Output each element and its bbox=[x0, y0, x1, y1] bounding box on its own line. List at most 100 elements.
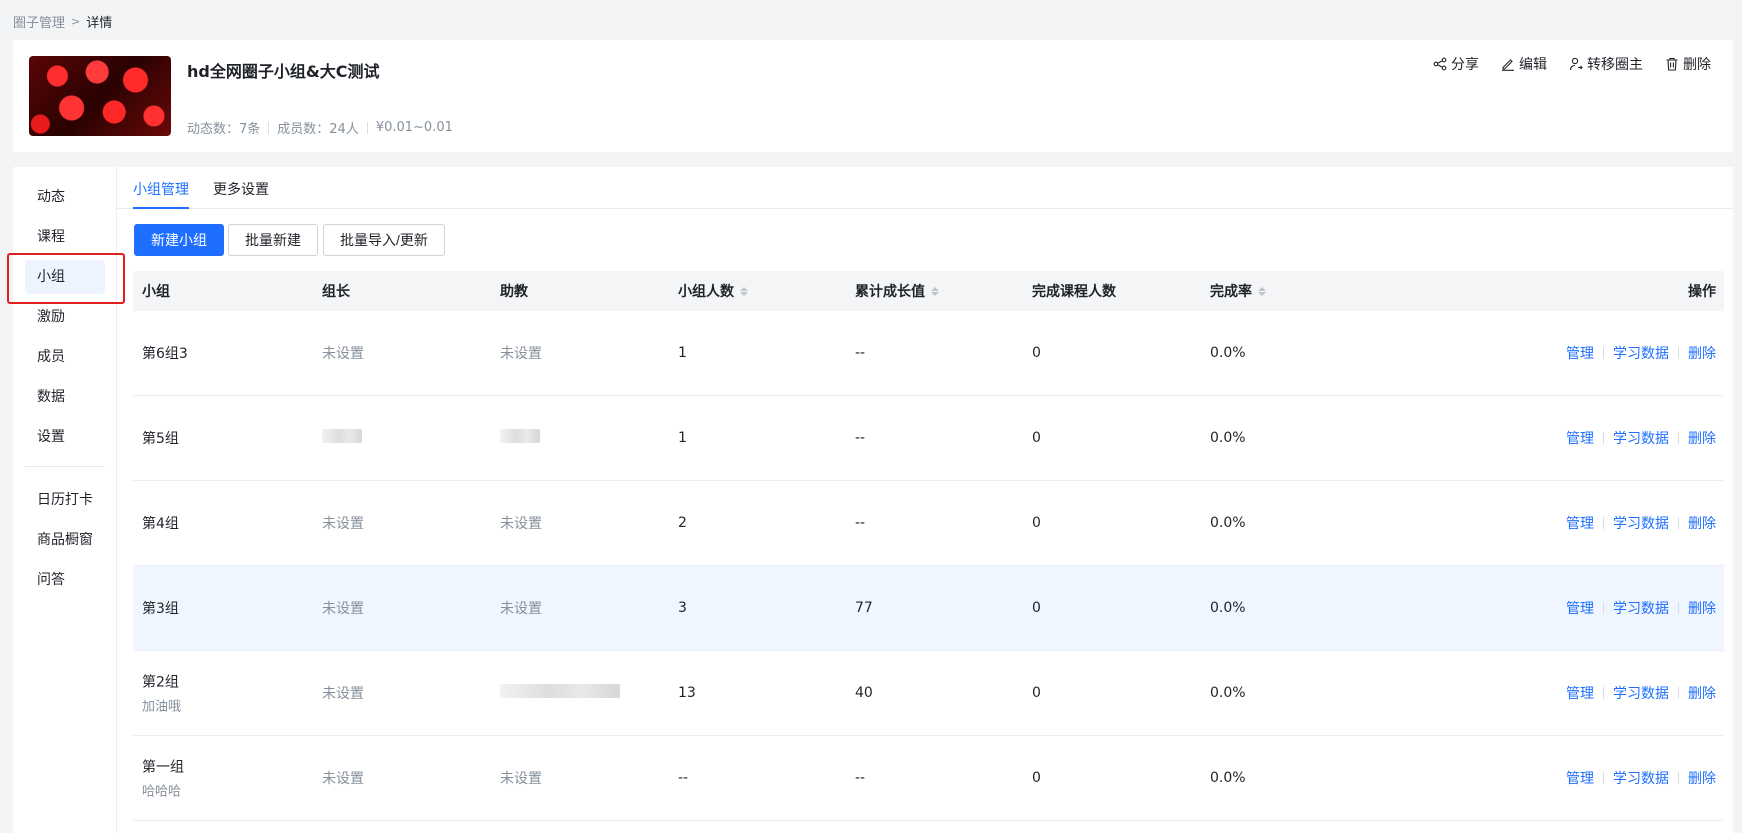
groups-table: 小组 组长 助教 小组人数 累计成长值 完成课程人数 完成率 操作 第6组3 未设… bbox=[133, 271, 1724, 821]
nav-item-qa[interactable]: 问答 bbox=[25, 563, 105, 597]
rate-cell: 0.0% bbox=[1210, 515, 1246, 531]
chevron-right-icon: > bbox=[71, 15, 81, 28]
nav-item-courses[interactable]: 课程 bbox=[25, 220, 105, 254]
delete-circle-button[interactable]: 删除 bbox=[1665, 54, 1711, 74]
group-size-cell: -- bbox=[678, 770, 689, 786]
share-button[interactable]: 分享 bbox=[1433, 54, 1479, 74]
tab-group-management[interactable]: 小组管理 bbox=[133, 179, 189, 209]
growth-cell: 40 bbox=[855, 685, 873, 701]
rate-cell: 0.0% bbox=[1210, 600, 1246, 616]
growth-cell: -- bbox=[855, 430, 866, 446]
nav-divider bbox=[25, 466, 105, 467]
group-name-cell: 第2组 加油哦 bbox=[142, 672, 181, 715]
leader-cell bbox=[322, 429, 362, 447]
manage-link[interactable]: 管理 bbox=[1566, 513, 1594, 533]
study-data-link[interactable]: 学习数据 bbox=[1613, 343, 1669, 363]
col-rate[interactable]: 完成率 bbox=[1210, 281, 1266, 301]
growth-cell: 77 bbox=[855, 600, 873, 616]
rate-cell: 0.0% bbox=[1210, 685, 1246, 701]
breadcrumb: 圈子管理 > 详情 bbox=[13, 12, 112, 31]
delete-group-link[interactable]: 删除 bbox=[1688, 598, 1716, 618]
circle-stats: 动态数：7条 成员数：24人 ¥0.01~0.01 bbox=[187, 118, 453, 137]
nav-item-product-showcase[interactable]: 商品橱窗 bbox=[25, 523, 105, 557]
assistant-cell: 未设置 bbox=[500, 771, 542, 787]
row-actions: 管理 学习数据 删除 bbox=[1566, 343, 1716, 363]
table-row: 第2组 加油哦 未设置 13 40 0 0.0% 管理 学习数据 删除 bbox=[133, 651, 1724, 736]
rate-cell: 0.0% bbox=[1210, 770, 1246, 786]
posts-count: 动态数：7条 bbox=[187, 122, 261, 137]
sort-icon bbox=[1258, 286, 1266, 296]
rate-cell: 0.0% bbox=[1210, 430, 1246, 446]
col-size[interactable]: 小组人数 bbox=[678, 281, 748, 301]
group-name: 第5组 bbox=[142, 431, 179, 447]
group-name: 第2组 bbox=[142, 674, 179, 691]
table-header: 小组 组长 助教 小组人数 累计成长值 完成课程人数 完成率 操作 bbox=[133, 271, 1724, 311]
new-group-button[interactable]: 新建小组 bbox=[134, 224, 224, 256]
delete-group-link[interactable]: 删除 bbox=[1688, 513, 1716, 533]
sort-icon bbox=[931, 286, 939, 296]
delete-group-link[interactable]: 删除 bbox=[1688, 768, 1716, 788]
circle-header: hd全网圈子小组&大C测试 动态数：7条 成员数：24人 ¥0.01~0.01 … bbox=[13, 40, 1733, 152]
group-name-cell: 第一组 哈哈哈 bbox=[142, 757, 184, 800]
row-actions: 管理 学习数据 删除 bbox=[1566, 598, 1716, 618]
study-data-link[interactable]: 学习数据 bbox=[1613, 428, 1669, 448]
manage-link[interactable]: 管理 bbox=[1566, 428, 1594, 448]
nav-item-dynamics[interactable]: 动态 bbox=[25, 180, 105, 214]
leader-cell: 未设置 bbox=[322, 686, 364, 702]
members-count: 成员数：24人 bbox=[277, 122, 359, 137]
col-assistant: 助教 bbox=[500, 284, 528, 300]
redacted-name bbox=[322, 429, 362, 443]
leader-cell: 未设置 bbox=[322, 771, 364, 787]
leader-cell: 未设置 bbox=[322, 346, 364, 362]
assistant-cell: 未设置 bbox=[500, 516, 542, 532]
row-actions: 管理 学习数据 删除 bbox=[1566, 768, 1716, 788]
nav-item-incentives[interactable]: 激励 bbox=[25, 300, 105, 334]
delete-group-link[interactable]: 删除 bbox=[1688, 343, 1716, 363]
breadcrumb-parent[interactable]: 圈子管理 bbox=[13, 12, 65, 31]
group-size-cell: 1 bbox=[678, 430, 687, 446]
redacted-name bbox=[500, 684, 620, 698]
delete-group-link[interactable]: 删除 bbox=[1688, 683, 1716, 703]
group-name: 第一组 bbox=[142, 759, 184, 776]
col-completed: 完成课程人数 bbox=[1032, 284, 1116, 300]
assistant-cell: 未设置 bbox=[500, 601, 542, 617]
nav-item-groups[interactable]: 小组 bbox=[25, 260, 105, 294]
batch-new-button[interactable]: 批量新建 bbox=[228, 224, 318, 256]
nav-item-settings[interactable]: 设置 bbox=[25, 420, 105, 454]
study-data-link[interactable]: 学习数据 bbox=[1613, 513, 1669, 533]
col-growth[interactable]: 累计成长值 bbox=[855, 281, 939, 301]
transfer-owner-button[interactable]: 转移圈主 bbox=[1569, 54, 1643, 74]
assistant-cell: 未设置 bbox=[500, 346, 542, 362]
group-name: 第3组 bbox=[142, 601, 179, 617]
manage-link[interactable]: 管理 bbox=[1566, 598, 1594, 618]
group-name: 第4组 bbox=[142, 516, 179, 532]
manage-link[interactable]: 管理 bbox=[1566, 683, 1594, 703]
col-ops: 操作 bbox=[1688, 284, 1716, 300]
main-panel: 动态 课程 小组 激励 成员 数据 设置 日历打卡 商品橱窗 问答 小组管理 更… bbox=[7, 167, 1733, 833]
row-actions: 管理 学习数据 删除 bbox=[1566, 683, 1716, 703]
leader-cell: 未设置 bbox=[322, 601, 364, 617]
manage-link[interactable]: 管理 bbox=[1566, 343, 1594, 363]
price-range: ¥0.01~0.01 bbox=[375, 120, 453, 135]
group-size-cell: 13 bbox=[678, 685, 696, 701]
nav-item-data[interactable]: 数据 bbox=[25, 380, 105, 414]
assistant-cell bbox=[500, 684, 620, 702]
rate-cell: 0.0% bbox=[1210, 345, 1246, 361]
circle-cover-image bbox=[29, 56, 171, 136]
edit-button[interactable]: 编辑 bbox=[1501, 54, 1547, 74]
study-data-link[interactable]: 学习数据 bbox=[1613, 768, 1669, 788]
completed-cell: 0 bbox=[1032, 515, 1041, 531]
share-icon bbox=[1433, 57, 1447, 71]
trash-icon bbox=[1666, 57, 1678, 71]
manage-link[interactable]: 管理 bbox=[1566, 768, 1594, 788]
delete-group-link[interactable]: 删除 bbox=[1688, 428, 1716, 448]
redacted-name bbox=[500, 429, 540, 443]
table-body: 第6组3 未设置 未设置 1 -- 0 0.0% 管理 学习数据 删除 第5组 1 -- 0 0.0% 管理学… bbox=[133, 311, 1724, 821]
batch-import-button[interactable]: 批量导入/更新 bbox=[323, 224, 445, 256]
nav-item-calendar-checkin[interactable]: 日历打卡 bbox=[25, 483, 105, 517]
study-data-link[interactable]: 学习数据 bbox=[1613, 598, 1669, 618]
tab-more-settings[interactable]: 更多设置 bbox=[213, 179, 269, 209]
growth-cell: -- bbox=[855, 515, 866, 531]
study-data-link[interactable]: 学习数据 bbox=[1613, 683, 1669, 703]
nav-item-members[interactable]: 成员 bbox=[25, 340, 105, 374]
